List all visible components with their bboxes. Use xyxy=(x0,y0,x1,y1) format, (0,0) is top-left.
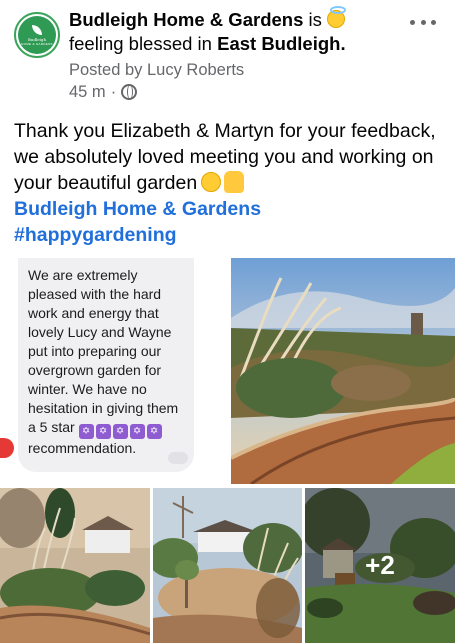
photo-garden-3[interactable]: +2 xyxy=(305,488,455,643)
star-icon: ✡ xyxy=(95,424,111,439)
post-time[interactable]: 45 m xyxy=(69,81,106,103)
more-dot-icon xyxy=(431,19,436,25)
more-dot-icon xyxy=(420,19,426,25)
meta-separator: · xyxy=(110,83,117,101)
star-icon: ✡ xyxy=(78,424,94,439)
post-headline: Budleigh Home & Gardens is feeling bless… xyxy=(69,6,399,56)
photo-review-screenshot[interactable]: We are extremely pleased with the hard w… xyxy=(0,258,228,484)
reaction-badge-icon xyxy=(168,452,188,464)
post-header: Budleigh HOME & GARDENS Budleigh Home & … xyxy=(14,6,444,116)
star-icon: ✡ xyxy=(112,424,128,439)
post-meta: 45 m · xyxy=(69,81,399,103)
avatar-logo: Budleigh HOME & GARDENS xyxy=(18,16,56,54)
page-avatar[interactable]: Budleigh HOME & GARDENS xyxy=(14,12,60,58)
globe-icon[interactable] xyxy=(121,84,138,100)
more-options-button[interactable] xyxy=(410,14,436,30)
review-message-bubble: We are extremely pleased with the hard w… xyxy=(18,258,194,472)
review-text-main: We are extremely pleased with the hard w… xyxy=(28,267,179,435)
posted-by[interactable]: Posted by Lucy Roberts xyxy=(69,59,399,81)
photo-garden-1[interactable] xyxy=(0,488,150,643)
smiling-face-emoji-icon xyxy=(201,172,222,192)
garden-photo-1-image xyxy=(0,488,150,643)
red-sticker-icon xyxy=(0,438,14,458)
more-photos-overlay[interactable]: +2 xyxy=(305,488,455,643)
review-text: We are extremely pleased with the hard w… xyxy=(28,266,186,458)
avatar-brand-line2: HOME & GARDENS xyxy=(21,41,53,46)
post-body: Thank you Elizabeth & Martyn for your fe… xyxy=(14,118,444,248)
hashtag-link[interactable]: #happygardening xyxy=(14,222,444,248)
page-mention-link[interactable]: Budleigh Home & Gardens xyxy=(14,196,444,222)
garden-path-image xyxy=(231,258,455,484)
leaf-icon xyxy=(32,24,42,35)
star-rating: ✡ ✡ ✡ ✡ ✡ xyxy=(78,424,162,439)
more-photos-count: +2 xyxy=(365,550,395,580)
photo-garden-path[interactable] xyxy=(231,258,455,484)
more-dot-icon xyxy=(410,19,415,25)
star-icon: ✡ xyxy=(146,424,162,439)
post-title-block: Budleigh Home & Gardens is feeling bless… xyxy=(69,6,399,103)
photo-grid: We are extremely pleased with the hard w… xyxy=(0,258,455,643)
page-name-link[interactable]: Budleigh Home & Gardens xyxy=(69,9,303,30)
feeling-text: feeling blessed in xyxy=(69,33,212,54)
location-link[interactable]: East Budleigh. xyxy=(217,33,346,54)
thumbs-up-emoji-icon xyxy=(224,171,245,193)
smiling-face-with-halo-emoji-icon xyxy=(327,6,347,28)
garden-photo-2-image xyxy=(153,488,302,643)
is-text: is xyxy=(308,9,322,30)
star-icon: ✡ xyxy=(129,424,145,439)
review-text-end: recommendation. xyxy=(28,440,137,456)
photo-garden-2[interactable] xyxy=(153,488,302,643)
